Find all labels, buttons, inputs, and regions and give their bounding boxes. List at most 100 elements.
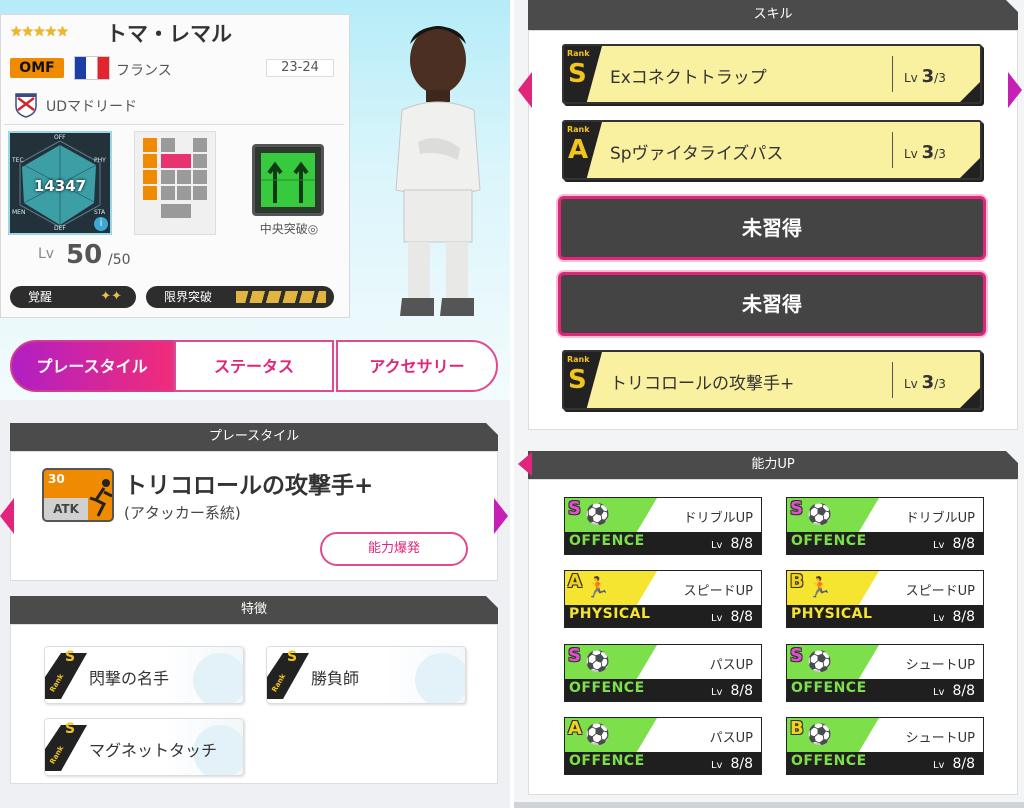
diamond-icon: ✦✦	[100, 289, 122, 304]
rank-letter: S	[65, 721, 76, 737]
tactic-field	[261, 153, 315, 207]
ability-level: Lv 8/8	[933, 683, 975, 699]
skill-card[interactable]: Rank S トリコロールの攻撃手+ Lv 3/3	[562, 350, 982, 410]
separator	[892, 132, 893, 168]
trait-card[interactable]: Rank S 勝負師	[266, 646, 466, 704]
level-label: Lv	[38, 246, 55, 262]
skill-card[interactable]: Rank S Exコネクトトラップ Lv 3/3	[562, 44, 982, 104]
skill-card[interactable]: Rank A Spヴァイタライズパス Lv 3/3	[562, 120, 982, 180]
unlearned-skill-slot[interactable]: 未習得	[558, 196, 986, 260]
club-crest-icon	[15, 93, 37, 118]
level-current: 50	[66, 240, 103, 270]
ability-card[interactable]: 🏃 B スピードUP PHYSICAL Lv 8/8	[786, 570, 984, 628]
skill-name: トリコロールの攻撃手+	[610, 374, 795, 394]
trait-label: 閃撃の名手	[89, 669, 170, 688]
ability-glyph-icon: 🏃	[585, 575, 610, 599]
ability-burst-button[interactable]: 能力爆発	[320, 532, 468, 566]
level-max: /50	[108, 252, 131, 268]
ability-glyph-icon: ⚽	[585, 722, 610, 746]
ability-level-label: Lv	[932, 613, 945, 624]
formation-cell	[177, 170, 191, 184]
radar-label-off: OFF	[54, 134, 66, 141]
bottom-strip	[514, 802, 1024, 808]
ability-name: スピードUP	[683, 584, 753, 599]
trait-card[interactable]: Rank S 閃撃の名手	[44, 646, 244, 704]
player-name: トマ・レマル	[106, 22, 232, 46]
ability-name: シュートUP	[905, 658, 975, 673]
formation-cell	[143, 154, 157, 168]
ability-level-label: Lv	[932, 760, 945, 771]
trait-label: 勝負師	[311, 669, 360, 688]
tab-accessory[interactable]: アクセサリー	[336, 340, 498, 392]
ability-glyph-icon: ⚽	[807, 502, 832, 526]
ability-card[interactable]: ⚽ A パスUP OFFENCE Lv 8/8	[564, 717, 762, 775]
ability-level-value: 8/8	[730, 683, 753, 699]
formation-cell	[143, 170, 157, 184]
prev-arrow-icon[interactable]	[518, 72, 532, 108]
skill-level-value: 3	[921, 66, 935, 87]
ability-card[interactable]: ⚽ S ドリブルUP OFFENCE Lv 8/8	[564, 497, 762, 555]
ability-level-value: 8/8	[730, 536, 753, 552]
ability-level-value: 8/8	[952, 609, 975, 625]
skill-level-max: /3	[934, 377, 946, 391]
rank-label: Rank	[567, 49, 590, 58]
corner-mark	[960, 82, 980, 102]
ability-category: OFFENCE	[791, 753, 867, 769]
stats-radar[interactable]: OFF TEC PHY MEN STA DEF 14347 i	[8, 131, 112, 235]
tab-status[interactable]: ステータス	[174, 340, 334, 392]
ability-category: OFFENCE	[791, 680, 867, 696]
ability-card[interactable]: 🏃 A スピードUP PHYSICAL Lv 8/8	[564, 570, 762, 628]
ability-level-label: Lv	[710, 613, 723, 624]
ability-glyph-icon: 🏃	[807, 575, 832, 599]
ability-level-label: Lv	[710, 760, 723, 771]
ability-level-value: 8/8	[730, 609, 753, 625]
next-arrow-icon[interactable]	[1008, 72, 1022, 108]
nationality: フランス	[116, 63, 172, 79]
ability-level: Lv 8/8	[933, 536, 975, 552]
skill-name: Spヴァイタライズパス	[610, 144, 784, 164]
ability-level: Lv 8/8	[933, 609, 975, 625]
ability-card[interactable]: ⚽ S パスUP OFFENCE Lv 8/8	[564, 644, 762, 702]
ability-name: パスUP	[709, 731, 753, 746]
ability-level-value: 8/8	[730, 756, 753, 772]
rank-label: Rank	[567, 355, 590, 364]
soccer-ball-icon	[193, 653, 243, 703]
ability-card[interactable]: ⚽ S シュートUP OFFENCE Lv 8/8	[786, 644, 984, 702]
ability-up-header: 能力UP	[528, 451, 1018, 479]
ability-card[interactable]: ⚽ B シュートUP OFFENCE Lv 8/8	[786, 717, 984, 775]
ability-name: シュートUP	[905, 731, 975, 746]
skill-level: Lv 3/3	[904, 372, 946, 393]
prev-arrow-icon[interactable]	[518, 452, 532, 476]
ability-category: OFFENCE	[569, 533, 645, 549]
next-arrow-icon[interactable]	[494, 498, 508, 534]
formation-cell	[161, 186, 175, 200]
skill-level-label: Lv	[904, 71, 918, 85]
limit-break-badge: 限界突破	[146, 286, 334, 308]
tab-playstyle[interactable]: プレースタイル	[10, 340, 174, 392]
separator	[892, 56, 893, 92]
skill-level-label: Lv	[904, 147, 918, 161]
tactic-icon[interactable]	[252, 144, 324, 216]
rank-letter: S	[568, 59, 587, 89]
soccer-ball-icon	[415, 653, 465, 703]
ability-rank: S	[790, 498, 803, 519]
rank-letter: A	[568, 135, 589, 165]
prev-arrow-icon[interactable]	[0, 498, 14, 534]
club-name: UDマドリード	[46, 99, 138, 115]
radar-label-sta: STA	[94, 209, 106, 216]
formation-grid[interactable]	[134, 131, 216, 235]
ability-glyph-icon: ⚽	[807, 722, 832, 746]
skill-level: Lv 3/3	[904, 142, 946, 163]
ability-card[interactable]: ⚽ S ドリブルUP OFFENCE Lv 8/8	[786, 497, 984, 555]
trait-card[interactable]: Rank S マグネットタッチ	[44, 718, 244, 776]
radar-label-def: DEF	[54, 225, 66, 232]
unlearned-skill-slot[interactable]: 未習得	[558, 272, 986, 336]
ability-level-label: Lv	[932, 687, 945, 698]
skills-header: スキル	[528, 0, 1018, 30]
corner-mark	[960, 158, 980, 178]
skill-level-value: 3	[921, 142, 935, 163]
info-icon[interactable]: i	[94, 217, 108, 231]
playstyle-header: プレースタイル	[10, 423, 498, 451]
ability-rank: B	[790, 571, 804, 592]
skill-level-label: Lv	[904, 377, 918, 391]
